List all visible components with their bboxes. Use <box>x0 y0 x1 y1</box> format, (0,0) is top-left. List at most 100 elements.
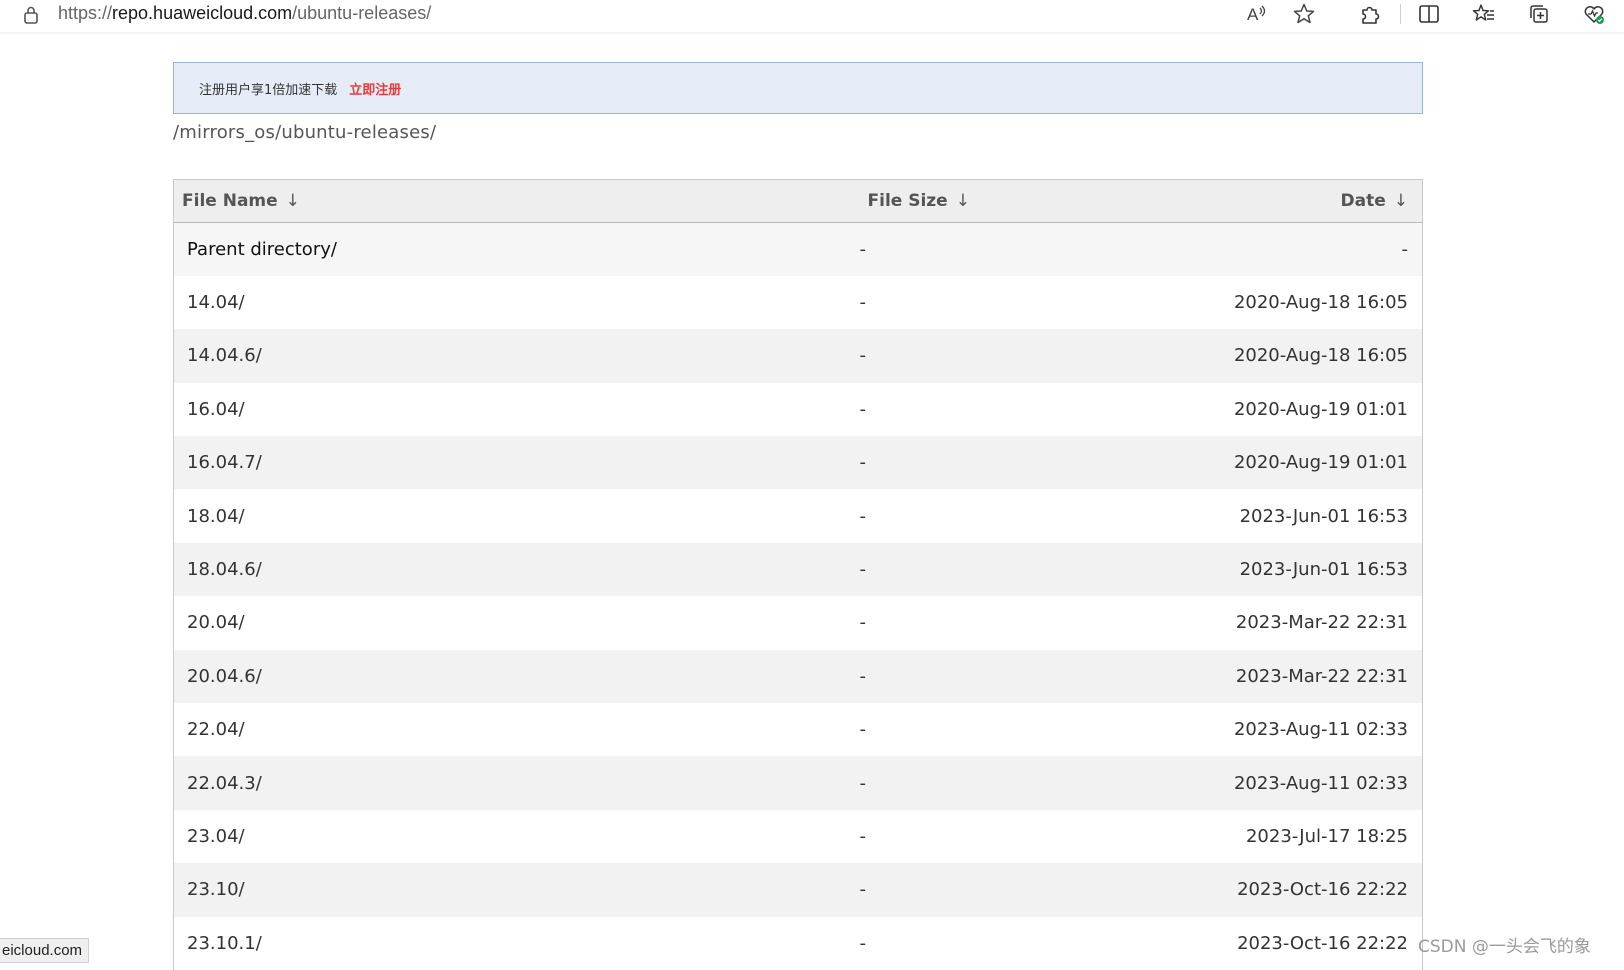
file-size-cell: - <box>859 649 1060 704</box>
file-name-cell: 23.10/ <box>173 863 860 917</box>
column-header-file-name[interactable]: File Name ↓ <box>173 179 860 223</box>
url-host: repo.huaweicloud.com <box>112 3 293 23</box>
date-cell: 2020-Aug-19 01:01 <box>1059 382 1423 437</box>
table-row: 18.04/ -2023-Jun-01 16:53 <box>173 489 1423 543</box>
table-row: 20.04.6/ -2023-Mar-22 22:31 <box>173 649 1423 704</box>
split-screen-icon[interactable] <box>1416 1 1442 27</box>
file-link[interactable]: 14.04.6/ <box>187 345 262 366</box>
file-size-cell: - <box>859 436 1060 490</box>
favorites-icon[interactable] <box>1471 1 1497 27</box>
file-link[interactable]: 18.04.6/ <box>187 559 262 580</box>
table-row: 16.04.7/ -2020-Aug-19 01:01 <box>173 436 1423 490</box>
date-cell: 2023-Jun-01 16:53 <box>1059 542 1423 597</box>
date-cell: - <box>1059 222 1423 276</box>
file-link[interactable]: 16.04/ <box>187 399 245 420</box>
date-header-label: Date <box>1340 191 1386 211</box>
table-header-row: File Name ↓ File Size ↓ Date ↓ <box>173 179 1423 223</box>
file-name-cell: Parent directory/ <box>173 222 860 276</box>
status-bar-url: eicloud.com <box>0 938 90 963</box>
table-row: 18.04.6/ -2023-Jun-01 16:53 <box>173 542 1423 597</box>
file-link[interactable]: 20.04.6/ <box>187 666 262 687</box>
file-name-cell: 20.04/ <box>173 596 860 650</box>
column-header-file-size[interactable]: File Size ↓ <box>859 179 1060 223</box>
table-row: 20.04/ -2023-Mar-22 22:31 <box>173 596 1423 650</box>
file-size-cell: - <box>859 703 1060 757</box>
file-link[interactable]: 22.04/ <box>187 719 245 740</box>
date-cell: 2023-Aug-11 02:33 <box>1059 756 1423 810</box>
file-name-cell: 22.04.3/ <box>173 756 860 810</box>
file-size-cell: - <box>859 542 1060 597</box>
promo-text: 注册用户享1倍加速下载 <box>199 82 338 98</box>
favorite-star-icon[interactable] <box>1291 1 1317 27</box>
date-cell: 2023-Oct-16 22:22 <box>1059 916 1423 970</box>
file-name-cell: 18.04.6/ <box>173 542 860 597</box>
date-cell: 2020-Aug-18 16:05 <box>1059 329 1423 383</box>
date-cell: 2023-Oct-16 22:22 <box>1059 863 1423 917</box>
lock-icon[interactable] <box>20 4 42 26</box>
url-prefix: https:// <box>58 3 113 23</box>
table-row: 14.04.6/ -2020-Aug-18 16:05 <box>173 329 1423 383</box>
file-size-header-label: File Size <box>867 191 948 211</box>
file-name-cell: 20.04.6/ <box>173 649 860 704</box>
parent-directory-row: Parent directory/ - - <box>173 222 1423 276</box>
read-aloud-icon[interactable]: A <box>1243 1 1269 27</box>
file-link[interactable]: 20.04/ <box>187 612 245 633</box>
file-size-cell: - <box>859 756 1060 810</box>
table-row: 23.04/ -2023-Jul-17 18:25 <box>173 809 1423 864</box>
file-size-cell: - <box>859 275 1060 330</box>
file-name-cell: 18.04/ <box>173 489 860 543</box>
file-size-cell: - <box>859 329 1060 383</box>
file-link[interactable]: 14.04/ <box>187 292 245 313</box>
date-cell: 2023-Mar-22 22:31 <box>1059 649 1423 704</box>
file-link[interactable]: 16.04.7/ <box>187 452 262 473</box>
sort-arrow-icon: ↓ <box>285 191 300 211</box>
file-name-cell: 14.04/ <box>173 275 860 330</box>
file-name-cell: 14.04.6/ <box>173 329 860 383</box>
date-cell: 2023-Mar-22 22:31 <box>1059 596 1423 650</box>
column-header-date[interactable]: Date ↓ <box>1059 179 1423 223</box>
file-size-cell: - <box>859 382 1060 437</box>
date-cell: 2023-Jun-01 16:53 <box>1059 489 1423 543</box>
browser-toolbar: https://repo.huaweicloud.com/ubuntu-rele… <box>0 0 1624 34</box>
file-link[interactable]: 23.04/ <box>187 826 245 847</box>
table-row: 23.10/ -2023-Oct-16 22:22 <box>173 863 1423 917</box>
date-cell: 2020-Aug-19 01:01 <box>1059 436 1423 490</box>
page-content: 注册用户享1倍加速下载 立即注册 /mirrors_os/ubuntu-rele… <box>173 62 1423 970</box>
extensions-icon[interactable] <box>1357 1 1383 27</box>
svg-text:A: A <box>1247 5 1259 24</box>
file-listing-table: File Name ↓ File Size ↓ Date ↓ Parent direc… <box>173 179 1423 970</box>
table-row: 16.04/ -2020-Aug-19 01:01 <box>173 382 1423 437</box>
watermark: CSDN @一头会飞的象 <box>1418 937 1591 957</box>
file-link[interactable]: 18.04/ <box>187 506 245 527</box>
date-cell: 2023-Aug-11 02:33 <box>1059 703 1423 757</box>
collections-icon[interactable] <box>1526 1 1552 27</box>
file-size-cell: - <box>859 596 1060 650</box>
file-link[interactable]: 22.04.3/ <box>187 773 262 794</box>
sort-arrow-icon: ↓ <box>955 191 970 211</box>
address-bar-url[interactable]: https://repo.huaweicloud.com/ubuntu-rele… <box>58 2 431 24</box>
promo-banner: 注册用户享1倍加速下载 立即注册 <box>173 62 1423 114</box>
file-name-header-label: File Name <box>182 191 278 211</box>
file-link[interactable]: 23.10.1/ <box>187 933 262 954</box>
file-size-cell: - <box>859 809 1060 864</box>
file-name-cell: 22.04/ <box>173 703 860 757</box>
date-cell: 2023-Jul-17 18:25 <box>1059 809 1423 864</box>
breadcrumb: /mirrors_os/ubuntu-releases/ <box>173 122 437 143</box>
file-size-cell: - <box>859 222 1060 276</box>
date-cell: 2020-Aug-18 16:05 <box>1059 275 1423 330</box>
table-row: 23.10.1/ -2023-Oct-16 22:22 <box>173 916 1423 970</box>
url-path: /ubuntu-releases/ <box>292 3 432 23</box>
file-name-cell: 16.04.7/ <box>173 436 860 490</box>
file-link[interactable]: Parent directory/ <box>187 239 337 260</box>
sort-arrow-icon: ↓ <box>1393 191 1408 211</box>
browser-essentials-icon[interactable] <box>1581 1 1607 27</box>
table-row: 22.04/ -2023-Aug-11 02:33 <box>173 703 1423 757</box>
file-link[interactable]: 23.10/ <box>187 879 245 900</box>
table-row: 14.04/ -2020-Aug-18 16:05 <box>173 275 1423 330</box>
toolbar-divider <box>1400 4 1401 24</box>
table-row: 22.04.3/ -2023-Aug-11 02:33 <box>173 756 1423 810</box>
file-name-cell: 23.10.1/ <box>173 916 860 970</box>
file-name-cell: 16.04/ <box>173 382 860 437</box>
file-size-cell: - <box>859 916 1060 970</box>
register-link[interactable]: 立即注册 <box>349 79 401 98</box>
